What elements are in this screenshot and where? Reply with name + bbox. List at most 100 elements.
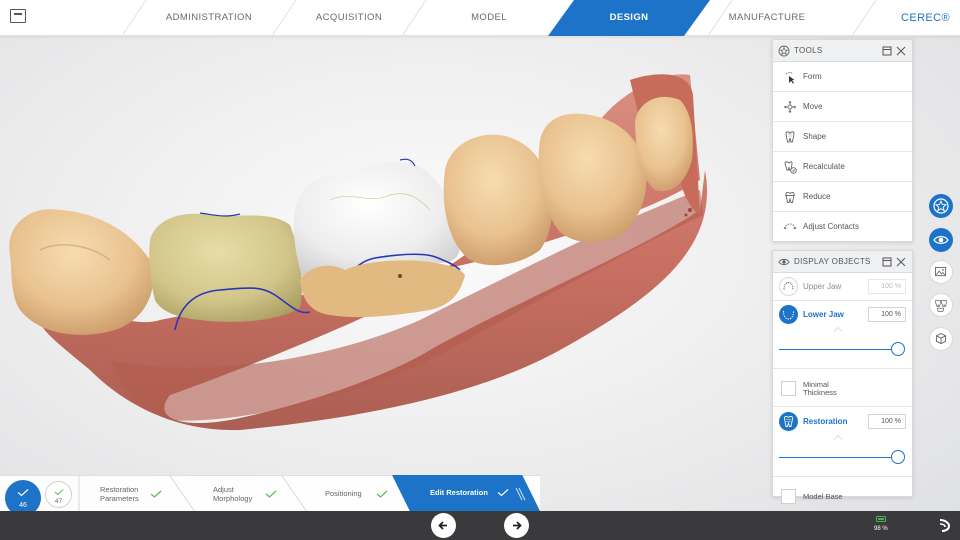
tools-panel-title: TOOLS: [794, 46, 823, 55]
check-icon: [497, 489, 509, 497]
secondary-tooth-number: 47: [54, 498, 63, 505]
tool-form-label: Form: [803, 72, 822, 81]
battery-percent: 98 %: [874, 526, 888, 532]
tool-move[interactable]: Move: [773, 92, 912, 122]
tab-manufacture[interactable]: MANUFACTURE: [712, 0, 822, 36]
secondary-tooth-badge[interactable]: 47: [45, 481, 72, 508]
panel-dock-icon[interactable]: [882, 257, 892, 267]
tool-adjust-contacts[interactable]: Adjust Contacts: [773, 212, 912, 242]
restoration-slider[interactable]: [773, 434, 912, 477]
tool-shape-label: Shape: [803, 132, 827, 141]
tools-toggle-button[interactable]: [929, 194, 953, 218]
tab-administration[interactable]: ADMINISTRATION: [150, 0, 268, 36]
recalculate-icon: [784, 161, 797, 174]
tools-panel: TOOLS Form Move Shape Recalculate Reduce…: [772, 39, 913, 242]
reduce-tooth-icon: [785, 191, 795, 203]
shape-tooth-icon: [785, 131, 795, 143]
tool-form[interactable]: Form: [773, 62, 912, 92]
slider-pointer: [833, 326, 843, 336]
display-objects-header: DISPLAY OBJECTS: [773, 251, 912, 273]
restoration-row[interactable]: Restoration 100 %: [773, 407, 912, 437]
jaw-3d-viewport[interactable]: [0, 36, 770, 476]
top-navigation-bar: ADMINISTRATION ACQUISITION MODEL DESIGN …: [0, 0, 960, 36]
screenshot-button[interactable]: [929, 260, 953, 284]
display-objects-toggle-button[interactable]: [929, 228, 953, 252]
step-adjust-morphology-line2: Morphology: [213, 494, 253, 503]
form-cursor-icon: [785, 72, 795, 84]
display-objects-panel: DISPLAY OBJECTS Upper Jaw 100 % Lower Ja…: [772, 250, 913, 504]
minimal-thickness-label: Minimal Thickness: [803, 381, 837, 397]
eye-icon: [778, 258, 790, 266]
minimal-thickness-label-line2: Thickness: [803, 388, 837, 397]
tool-reduce[interactable]: Reduce: [773, 182, 912, 212]
panel-dock-icon[interactable]: [882, 46, 892, 56]
lower-jaw-slider-knob[interactable]: [891, 342, 905, 356]
arrow-left-icon: [438, 521, 447, 530]
star-icon: [933, 198, 949, 214]
tooth-premolar: [443, 134, 552, 266]
step-edit-restoration[interactable]: Edit Restoration: [392, 475, 540, 511]
next-step-button[interactable]: [504, 513, 529, 538]
cube-icon: [935, 332, 947, 345]
eye-icon: [933, 236, 949, 244]
tooth-selection-button[interactable]: [929, 293, 953, 317]
upper-jaw-icon[interactable]: [779, 277, 798, 296]
tooth-molar-left: [9, 209, 154, 335]
lower-jaw-label: Lower Jaw: [803, 310, 844, 319]
cerec-brand-logo: CEREC®: [900, 12, 950, 24]
footer-bar: 98 %: [0, 511, 960, 540]
step-restoration-parameters-line1: Restoration: [100, 485, 139, 494]
move-arrows-icon: [784, 101, 796, 113]
restoration-slider-knob[interactable]: [891, 450, 905, 464]
upper-jaw-label: Upper Jaw: [803, 282, 842, 291]
tooth-under-crown: [300, 260, 465, 318]
step-adjust-morphology-line1: Adjust: [213, 485, 234, 494]
step-edit-restoration-label: Edit Restoration: [430, 488, 488, 497]
arrow-right-icon: [513, 521, 522, 530]
check-icon: [17, 489, 29, 497]
check-icon: [54, 489, 64, 496]
battery-icon: [876, 516, 886, 522]
adjust-contacts-icon: [783, 223, 797, 230]
lower-jaw-row[interactable]: Lower Jaw 100 %: [773, 301, 912, 329]
step-restoration-parameters-line2: Parameters: [100, 494, 139, 503]
close-icon[interactable]: [896, 46, 906, 56]
minimal-thickness-row[interactable]: Minimal Thickness: [773, 369, 912, 407]
lower-jaw-icon[interactable]: [779, 305, 798, 324]
upper-jaw-row[interactable]: Upper Jaw 100 %: [773, 273, 912, 301]
tool-recalculate[interactable]: Recalculate: [773, 152, 912, 182]
dentsply-logo-icon: [939, 519, 951, 532]
upper-jaw-opacity-field[interactable]: 100 %: [868, 279, 906, 294]
minimal-thickness-checkbox[interactable]: [781, 381, 796, 396]
tab-design[interactable]: DESIGN: [548, 0, 710, 36]
active-tooth-number: 46: [19, 502, 27, 509]
lower-jaw-opacity-field[interactable]: 100 %: [868, 307, 906, 322]
check-icon: [150, 490, 162, 498]
restoration-tooth-icon[interactable]: [779, 412, 798, 431]
tab-model[interactable]: MODEL: [430, 0, 548, 36]
model-base-checkbox[interactable]: [781, 489, 796, 504]
lower-jaw-slider[interactable]: [773, 326, 912, 369]
tools-star-icon: [778, 45, 790, 57]
close-icon[interactable]: [896, 257, 906, 267]
tools-panel-header: TOOLS: [773, 40, 912, 62]
view-cube-button[interactable]: [929, 327, 953, 351]
tooth-preparation: [149, 213, 302, 322]
tool-reduce-label: Reduce: [803, 192, 831, 201]
previous-step-button[interactable]: [431, 513, 456, 538]
image-gallery-icon: [935, 266, 947, 277]
slider-pointer: [833, 434, 843, 444]
model-base-row[interactable]: Model Base: [773, 477, 912, 515]
expand-lines-icon: [515, 487, 526, 501]
model-base-label: Model Base: [803, 492, 843, 501]
tool-shape[interactable]: Shape: [773, 122, 912, 152]
teeth-icon: [935, 299, 947, 312]
restoration-opacity-field[interactable]: 100 %: [868, 414, 906, 429]
check-icon: [376, 490, 388, 498]
display-objects-title: DISPLAY OBJECTS: [794, 257, 871, 266]
restoration-slider-track[interactable]: [779, 457, 898, 458]
check-icon: [265, 490, 277, 498]
tab-acquisition[interactable]: ACQUISITION: [290, 0, 408, 36]
lower-jaw-slider-track[interactable]: [779, 349, 898, 350]
tool-recalculate-label: Recalculate: [803, 162, 845, 171]
